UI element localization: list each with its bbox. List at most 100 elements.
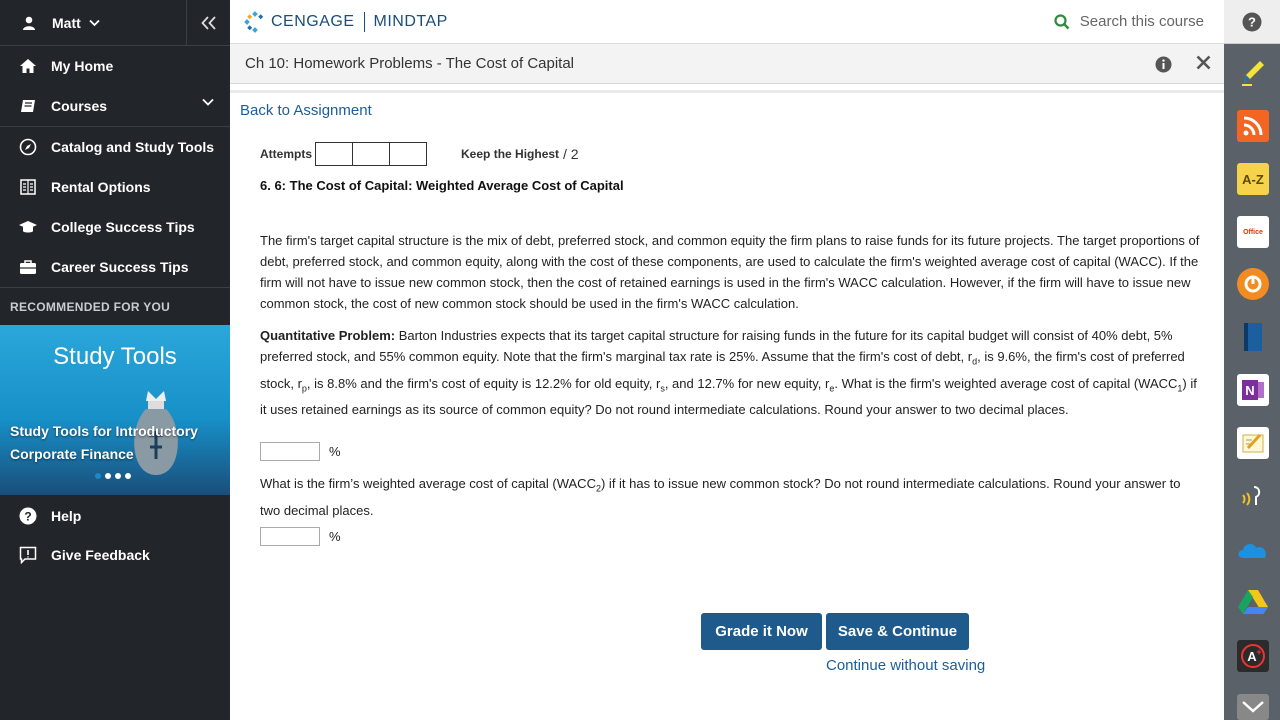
attempts-max: / 2 [563, 146, 579, 162]
quantitative-problem: Quantitative Problem: Barton Industries … [260, 325, 1204, 420]
intro-paragraph: The firm's target capital structure is t… [260, 233, 1200, 311]
divider [230, 90, 1224, 93]
collapse-sidebar-button[interactable] [187, 0, 230, 46]
rss-icon[interactable] [1237, 110, 1269, 142]
search-icon [1054, 13, 1070, 29]
top-header: CENGAGE MINDTAP Search this course [230, 0, 1224, 44]
help-icon: ? [18, 507, 38, 525]
nav-label: College Success Tips [51, 219, 195, 235]
compass-icon [18, 138, 38, 156]
attempts-label: Attempts [260, 147, 313, 161]
percent-label: % [329, 444, 341, 459]
svg-text:N: N [1245, 383, 1254, 398]
answer-row-wacc1: % [260, 442, 341, 461]
nav-catalog-study-tools[interactable]: Catalog and Study Tools [0, 127, 230, 167]
percent-label: % [329, 529, 341, 544]
question-2-text: What is the firm’s weighted average cost… [260, 473, 1204, 521]
courses-icon [18, 97, 38, 115]
kaltura-icon[interactable] [1237, 268, 1269, 300]
svg-text:?: ? [24, 510, 31, 524]
info-icon[interactable] [1155, 56, 1172, 73]
nav-label: Help [51, 508, 82, 524]
continue-without-saving-link[interactable]: Continue without saving [826, 657, 985, 674]
user-menu-button[interactable]: Matt [0, 0, 187, 46]
answer-row-wacc2: % [260, 527, 341, 546]
qp-label: Quantitative Problem: [260, 328, 396, 343]
close-button[interactable] [1196, 53, 1211, 76]
ebook-icon[interactable] [1237, 321, 1269, 353]
nav-rental-options[interactable]: Rental Options [0, 167, 230, 207]
cengage-logo-icon [244, 10, 264, 33]
search-course[interactable]: Search this course [1054, 13, 1204, 30]
carousel-dots[interactable] [95, 473, 131, 479]
help-icon: ? [1242, 12, 1262, 31]
chevron-down-icon [202, 98, 214, 106]
more-chevron-icon[interactable] [1237, 694, 1269, 720]
carousel-dot[interactable] [125, 473, 131, 479]
aplus-icon[interactable]: A + [1237, 640, 1269, 672]
user-row: Matt [0, 0, 230, 46]
close-icon [1196, 55, 1211, 70]
grade-it-now-button[interactable]: Grade it Now [701, 613, 822, 650]
onenote-icon[interactable]: N [1237, 374, 1269, 406]
nav-help[interactable]: ? Help [0, 496, 230, 536]
nav-college-success-tips[interactable]: College Success Tips [0, 207, 230, 247]
svg-text:+: + [1256, 647, 1261, 657]
graduation-cap-icon [18, 218, 38, 236]
office-icon[interactable]: Office [1237, 216, 1269, 248]
nav-label: My Home [51, 58, 114, 74]
carousel-dot[interactable] [95, 473, 101, 479]
briefcase-icon [18, 258, 38, 276]
office-label: Office [1243, 228, 1263, 236]
readspeaker-icon[interactable] [1237, 480, 1269, 512]
svg-text:?: ? [1248, 14, 1256, 29]
keep-highest-label: Keep the Highest [461, 147, 560, 161]
brand-mindtap: MINDTAP [373, 12, 448, 30]
brand-cengage: CENGAGE [271, 12, 355, 30]
a-z-dictionary-icon[interactable]: A-Z [1237, 163, 1269, 195]
notes-icon[interactable] [1237, 427, 1269, 459]
qp-text: , and 12.7% for new equity, r [664, 375, 830, 391]
attempt-box [389, 142, 428, 166]
attempts-row: Attempts Keep the Highest / 2 [260, 142, 579, 166]
lower-nav: ? Help Give Feedback [0, 496, 230, 574]
rail-help-button[interactable]: ? [1224, 0, 1280, 44]
back-to-assignment-link[interactable]: Back to Assignment [240, 102, 372, 119]
qp-text: . What is the firm's weighted average co… [834, 375, 1178, 391]
carousel-dot[interactable] [115, 473, 121, 479]
book-list-icon [18, 178, 38, 196]
nav-courses[interactable]: Courses [0, 86, 230, 126]
az-label: A-Z [1242, 171, 1264, 187]
nav-label: Rental Options [51, 179, 151, 195]
right-app-rail: ? A-Z Office N A + [1224, 0, 1280, 720]
onedrive-icon[interactable] [1237, 534, 1269, 566]
user-icon [23, 16, 35, 30]
attempt-box [352, 142, 391, 166]
attempt-box [315, 142, 354, 166]
cengage-mindtap-logo[interactable]: CENGAGE MINDTAP [244, 10, 448, 33]
carousel-dot[interactable] [105, 473, 111, 479]
wacc1-input[interactable] [260, 442, 320, 461]
pencil-highlighter-icon[interactable] [1237, 56, 1269, 88]
nav-my-home[interactable]: My Home [0, 46, 230, 86]
feedback-icon [18, 546, 38, 564]
double-chevron-left-icon [200, 15, 216, 30]
nav-give-feedback[interactable]: Give Feedback [0, 536, 230, 574]
nav-label: Give Feedback [51, 547, 150, 563]
nav-label: Career Success Tips [51, 259, 189, 275]
activity-titlebar: Ch 10: Homework Problems - The Cost of C… [230, 44, 1224, 84]
nav-career-success-tips[interactable]: Career Success Tips [0, 247, 230, 287]
nav-label: Courses [51, 98, 108, 114]
promo-title: Study Tools [53, 343, 177, 370]
wacc2-input[interactable] [260, 527, 320, 546]
question-heading: 6. 6: The Cost of Capital: Weighted Aver… [260, 178, 624, 193]
chevron-down-icon [89, 19, 100, 26]
recommended-heading: RECOMMENDED FOR YOU [0, 287, 230, 325]
promo-carousel[interactable]: Study Tools Study Tools for Introductory… [0, 325, 230, 495]
google-drive-icon[interactable] [1237, 586, 1269, 618]
nav-label: Catalog and Study Tools [51, 139, 215, 155]
save-continue-button[interactable]: Save & Continue [826, 613, 969, 650]
search-placeholder: Search this course [1079, 13, 1204, 30]
activity-title: Ch 10: Homework Problems - The Cost of C… [245, 55, 575, 72]
q2-text: What is the firm’s weighted average cost… [260, 476, 596, 491]
